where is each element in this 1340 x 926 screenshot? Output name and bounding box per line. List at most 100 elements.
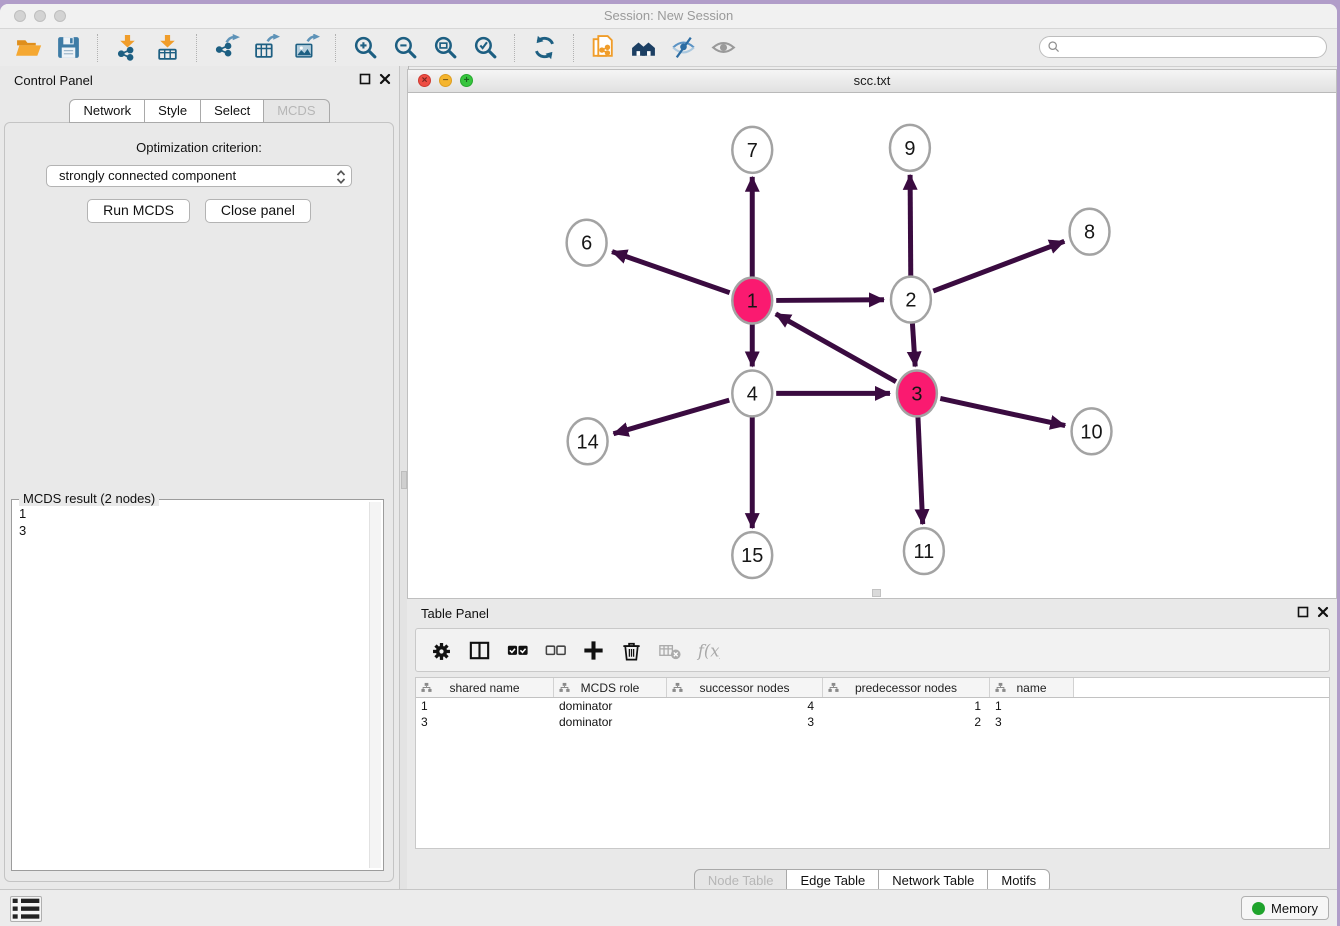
float-panel-icon[interactable] — [359, 73, 371, 85]
close-panel-button[interactable]: Close panel — [205, 199, 311, 223]
table-cell: 1 — [990, 699, 1074, 713]
node-label-9: 9 — [904, 138, 915, 160]
refresh-view-button[interactable] — [529, 33, 559, 63]
dropdown-value: strongly connected component — [59, 168, 236, 183]
edge-3-11[interactable] — [918, 417, 923, 524]
import-network-button[interactable] — [112, 33, 142, 63]
export-table-button[interactable] — [251, 33, 281, 63]
network-canvas[interactable]: 1234678910111415 — [408, 92, 1336, 598]
table-cell: 1 — [416, 699, 554, 713]
run-mcds-button[interactable]: Run MCDS — [87, 199, 190, 223]
node-label-7: 7 — [747, 140, 758, 162]
hide-selected-button[interactable] — [668, 33, 698, 63]
delete-table-button[interactable] — [654, 635, 684, 665]
edge-1-6[interactable] — [612, 252, 730, 293]
import-table-button[interactable] — [152, 33, 182, 63]
edge-4-14[interactable] — [613, 400, 729, 434]
result-scrollbar[interactable] — [369, 502, 381, 868]
node-label-11: 11 — [914, 541, 935, 563]
import-table-icon — [154, 34, 181, 61]
edge-3-1[interactable] — [776, 314, 896, 382]
search-box[interactable] — [1039, 36, 1327, 58]
search-input[interactable] — [1061, 37, 1326, 57]
minimize-window-button[interactable] — [34, 10, 46, 22]
column-header-shared-name[interactable]: shared name — [416, 678, 554, 697]
tab-style[interactable]: Style — [145, 99, 201, 123]
zoom-fit-button[interactable] — [430, 33, 460, 63]
select-all-columns-icon — [505, 638, 530, 663]
mcds-result-item: 3 — [19, 522, 363, 539]
edge-2-9[interactable] — [910, 175, 911, 276]
mcds-result-item: 1 — [19, 505, 363, 522]
add-column-icon — [581, 638, 606, 663]
status-bar: Memory — [0, 889, 1337, 926]
function-builder-icon: f(x) — [695, 638, 720, 663]
memory-button[interactable]: Memory — [1241, 896, 1329, 920]
canvas-resize-grip[interactable] — [872, 589, 881, 597]
clone-network-icon — [590, 34, 617, 61]
tab-network[interactable]: Network — [69, 99, 145, 123]
table-row[interactable]: 3dominator323 — [416, 714, 1329, 730]
tab-select[interactable]: Select — [201, 99, 264, 123]
add-column-button[interactable] — [578, 635, 608, 665]
save-session-button[interactable] — [53, 33, 83, 63]
export-network-button[interactable] — [211, 33, 241, 63]
node-label-3: 3 — [911, 383, 922, 405]
zoom-in-icon — [352, 34, 379, 61]
network-zoom-button[interactable]: + — [460, 74, 473, 87]
hide-selected-icon — [670, 34, 697, 61]
zoom-selected-button[interactable] — [470, 33, 500, 63]
table-body: 1dominator4113dominator323 — [416, 698, 1329, 730]
edge-2-8[interactable] — [933, 241, 1064, 291]
close-window-button[interactable] — [14, 10, 26, 22]
split-table-view-button[interactable] — [464, 635, 494, 665]
edge-2-3[interactable] — [912, 323, 915, 366]
edge-1-2[interactable] — [776, 300, 884, 301]
task-history-button[interactable] — [10, 896, 42, 922]
network-minimize-button[interactable]: − — [439, 74, 452, 87]
close-panel-icon[interactable] — [1317, 606, 1329, 618]
edge-3-10[interactable] — [940, 398, 1065, 425]
export-image-button[interactable] — [291, 33, 321, 63]
delete-column-button[interactable] — [616, 635, 646, 665]
hierarchy-icon — [559, 682, 570, 693]
table-row[interactable]: 1dominator411 — [416, 698, 1329, 714]
zoom-in-button[interactable] — [350, 33, 380, 63]
float-panel-icon[interactable] — [1297, 606, 1309, 618]
column-settings-button[interactable] — [426, 635, 456, 665]
show-all-icon — [710, 34, 737, 61]
control-panel-tabs: NetworkStyleSelectMCDS — [0, 99, 399, 123]
clone-network-button[interactable] — [588, 33, 618, 63]
close-panel-icon[interactable] — [379, 73, 391, 85]
column-header-name[interactable]: name — [990, 678, 1074, 697]
toolbar-separator — [335, 34, 336, 62]
column-header-predecessor-nodes[interactable]: predecessor nodes — [823, 678, 990, 697]
zoom-window-button[interactable] — [54, 10, 66, 22]
app-window: Session: New Session Control Panel Netwo… — [0, 4, 1337, 926]
table-cell: 4 — [667, 699, 823, 713]
deselect-all-columns-button[interactable] — [540, 635, 570, 665]
import-network-icon — [114, 34, 141, 61]
function-builder-button[interactable]: f(x) — [692, 635, 722, 665]
open-session-button[interactable] — [13, 33, 43, 63]
node-label-1: 1 — [747, 291, 758, 313]
table-panel-title: Table Panel — [421, 606, 489, 621]
column-header-successor-nodes[interactable]: successor nodes — [667, 678, 823, 697]
export-image-icon — [293, 34, 320, 61]
tab-mcds[interactable]: MCDS — [264, 99, 329, 123]
column-header-MCDS-role[interactable]: MCDS role — [554, 678, 667, 697]
zoom-out-button[interactable] — [390, 33, 420, 63]
optimization-criterion-dropdown[interactable]: strongly connected component — [46, 165, 352, 187]
memory-status-icon — [1252, 902, 1265, 915]
hierarchy-icon — [995, 682, 1006, 693]
node-label-6: 6 — [581, 233, 592, 255]
show-all-button[interactable] — [708, 33, 738, 63]
select-all-columns-button[interactable] — [502, 635, 532, 665]
first-neighbors-button[interactable] — [628, 33, 658, 63]
control-panel: Control Panel NetworkStyleSelectMCDS Opt… — [0, 66, 399, 890]
table-cell: 3 — [667, 715, 823, 729]
node-label-10: 10 — [1080, 421, 1102, 443]
network-close-button[interactable]: × — [418, 74, 431, 87]
node-label-8: 8 — [1084, 222, 1095, 244]
window-title: Session: New Session — [0, 4, 1337, 28]
